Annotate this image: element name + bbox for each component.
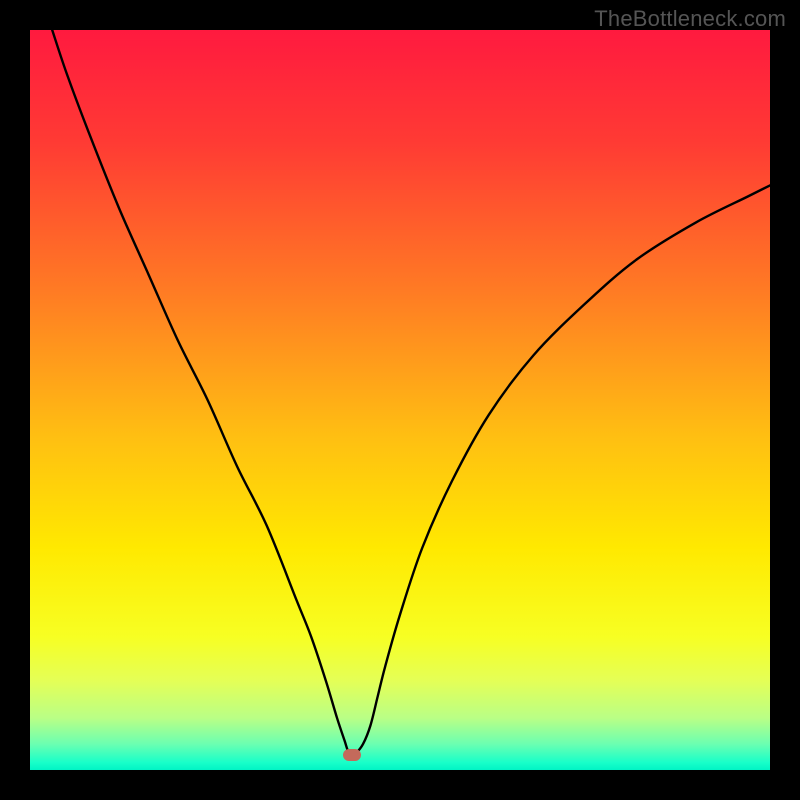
optimal-marker	[343, 749, 361, 761]
gradient-rect	[30, 30, 770, 770]
watermark-text: TheBottleneck.com	[594, 6, 786, 32]
chart-svg	[30, 30, 770, 770]
chart-frame: TheBottleneck.com	[0, 0, 800, 800]
plot-area	[30, 30, 770, 770]
